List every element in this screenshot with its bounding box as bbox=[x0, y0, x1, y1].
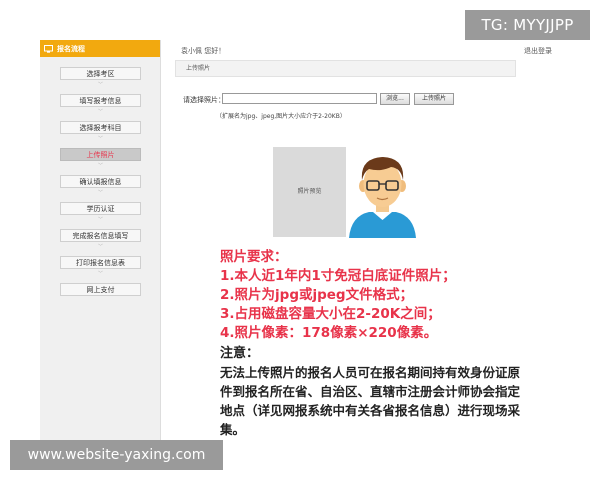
requirement-item: 3.占用磁盘容量大小在2-20K之间； bbox=[220, 306, 441, 322]
upload-hint: （扩展名为jpg、jpeg,图片大小应介于2-20KB） bbox=[216, 113, 346, 120]
step-confirm-info[interactable]: 确认填报信息 bbox=[60, 175, 141, 188]
section-title: 上传照片 bbox=[175, 60, 516, 77]
top-bar: 袁小佩 您好！ 退出登录 bbox=[175, 44, 558, 58]
step-select-area[interactable]: 选择考区 bbox=[60, 67, 141, 80]
upload-label: 请选择照片： bbox=[183, 96, 225, 104]
step-fill-info[interactable]: 填写报考信息 bbox=[60, 94, 141, 107]
sidebar-title: 报名流程 bbox=[57, 44, 85, 53]
file-path-input[interactable] bbox=[222, 93, 377, 104]
requirements-title: 照片要求： bbox=[220, 249, 288, 265]
logout-link[interactable]: 退出登录 bbox=[524, 44, 552, 58]
chevron-down-icon: ﹀ bbox=[98, 271, 104, 277]
notice: 注意： 无法上传照片的报名人员可在报名期间持有效身份证原件到报名所在省、自治区、… bbox=[220, 344, 540, 439]
browse-button[interactable]: 浏览... bbox=[380, 93, 410, 105]
chevron-down-icon: ﹀ bbox=[98, 109, 104, 115]
notice-title: 注意： bbox=[220, 346, 260, 361]
step-complete-info[interactable]: 完成报名信息填写 bbox=[60, 229, 141, 242]
step-degree-verify[interactable]: 学历认证 bbox=[60, 202, 141, 215]
watermark-website: www.website-yaxing.com bbox=[10, 440, 223, 470]
chevron-down-icon: ﹀ bbox=[98, 217, 104, 223]
monitor-icon bbox=[44, 44, 53, 53]
chevron-down-icon: ﹀ bbox=[98, 163, 104, 169]
step-online-payment[interactable]: 网上支付 bbox=[60, 283, 141, 296]
step-select-subjects[interactable]: 选择报考科目 bbox=[60, 121, 141, 134]
person-avatar-icon bbox=[349, 157, 416, 238]
watermark-tg: TG: MYYJJPP bbox=[465, 10, 590, 40]
photo-requirements: 照片要求： 1.本人近1年内1寸免冠白底证件照片； 2.照片为jpg或jpeg文… bbox=[220, 248, 520, 343]
requirement-item: 4.照片像素：178像素×220像素。 bbox=[220, 325, 438, 341]
requirement-item: 2.照片为jpg或jpeg文件格式； bbox=[220, 287, 414, 303]
notice-body: 无法上传照片的报名人员可在报名期间持有效身份证原件到报名所在省、自治区、直辖市注… bbox=[220, 365, 521, 437]
step-upload-photo[interactable]: 上传照片 bbox=[60, 148, 141, 161]
chevron-down-icon: ﹀ bbox=[98, 244, 104, 250]
user-greeting: 袁小佩 您好！ bbox=[181, 47, 226, 55]
sidebar-header: 报名流程 bbox=[40, 40, 160, 57]
photo-preview: 照片预览 bbox=[273, 147, 346, 237]
sidebar: 报名流程 选择考区 ﹀ 填写报考信息 ﹀ 选择报考科目 ﹀ 上传照片 ﹀ 确认填… bbox=[40, 40, 161, 440]
requirement-item: 1.本人近1年内1寸免冠白底证件照片； bbox=[220, 268, 456, 284]
upload-photo-button[interactable]: 上传照片 bbox=[414, 93, 454, 105]
step-print-form[interactable]: 打印报名信息表 bbox=[60, 256, 141, 269]
chevron-down-icon: ﹀ bbox=[98, 136, 104, 142]
chevron-down-icon: ﹀ bbox=[98, 82, 104, 88]
chevron-down-icon: ﹀ bbox=[98, 190, 104, 196]
